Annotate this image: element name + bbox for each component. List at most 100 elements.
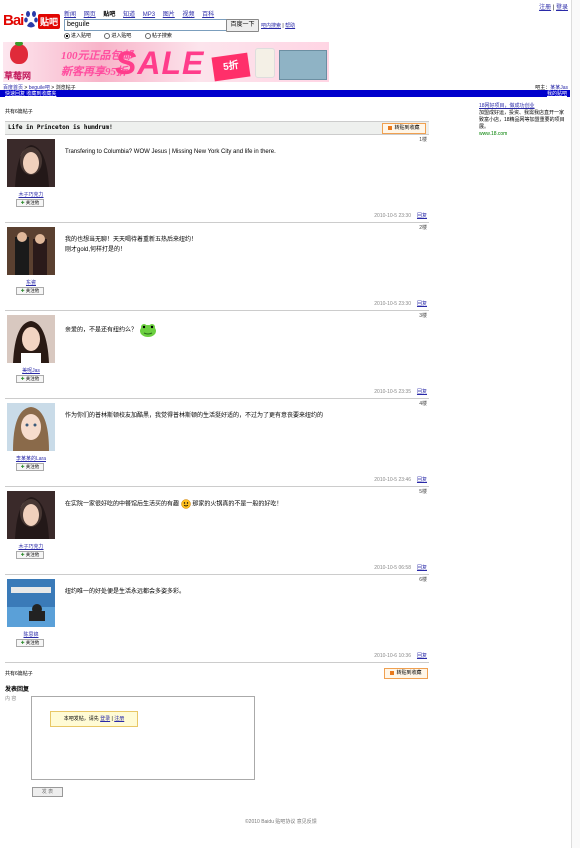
follow-button[interactable]: ✚ 关注他 bbox=[16, 287, 44, 295]
product-box-image bbox=[279, 50, 327, 80]
scrollbar[interactable] bbox=[571, 0, 580, 848]
follow-button[interactable]: ✚ 关注他 bbox=[16, 375, 44, 383]
user-name[interactable]: 美呢Jas bbox=[7, 367, 55, 374]
user-avatar[interactable] bbox=[7, 403, 55, 451]
banner-ad[interactable]: 草莓网 100元正品包邮 新客再享95折 SALE 5折 bbox=[3, 42, 329, 82]
floor-number: 2楼 bbox=[419, 225, 427, 231]
nav-video[interactable]: 视频 bbox=[182, 12, 194, 18]
reply-textarea[interactable] bbox=[31, 696, 255, 780]
follow-button[interactable]: ✚ 关注他 bbox=[16, 463, 44, 471]
banner-brand: 草莓网 bbox=[4, 71, 32, 81]
search-input[interactable]: beguile bbox=[64, 19, 227, 31]
plus-icon: ✚ bbox=[20, 640, 25, 645]
search-links: 吧内搜索 | 帮助 bbox=[261, 23, 296, 29]
banner-sale-text: SALE bbox=[115, 45, 205, 81]
plus-icon: ✚ bbox=[20, 552, 25, 557]
sidebar-ad-url: www.18.com bbox=[479, 131, 508, 137]
post-content: 在实院一家很好吃的中餐馆后生活买的有趣 那家的火锅真的不是一般的好吃！ bbox=[65, 499, 405, 510]
submit-button[interactable]: 发 表 bbox=[32, 787, 63, 797]
radio-post-search[interactable]: 帖子搜索 bbox=[144, 32, 178, 39]
follow-button[interactable]: ✚ 关注他 bbox=[16, 199, 44, 207]
post-3: 美呢Jas ✚ 关注他 3楼 亲爱的，不是还有纽约么？ 2010-10-5 23… bbox=[5, 312, 429, 399]
post-meta: 2010-10-5 23:30 回复 bbox=[374, 300, 427, 307]
floor-number: 6楼 bbox=[419, 577, 427, 583]
reply-link[interactable]: 回复 bbox=[417, 213, 427, 219]
footer: ©2010 Baidu 贴吧协议 意见反馈 bbox=[245, 819, 317, 825]
favorite-icon bbox=[390, 670, 395, 675]
user-name[interactable]: 东瓷 bbox=[7, 279, 55, 286]
user-avatar[interactable] bbox=[7, 227, 55, 275]
reply-link[interactable]: 回复 bbox=[417, 565, 427, 571]
search-button[interactable]: 百度一下 bbox=[226, 19, 259, 32]
post-content: 亲爱的，不是还有纽约么？ bbox=[65, 323, 405, 337]
post-meta: 2010-10-5 06:58 回复 bbox=[374, 564, 427, 571]
thread-title: Life in Princeton is humdrum! bbox=[8, 124, 113, 131]
user-avatar[interactable] bbox=[7, 579, 55, 627]
reply-link[interactable]: 回复 bbox=[417, 389, 427, 395]
search-mode-radios: 进入贴吧 进入贴吧 帖子搜索 bbox=[64, 32, 184, 39]
floor-number: 5楼 bbox=[419, 489, 427, 495]
reply-link[interactable]: 回复 bbox=[417, 301, 427, 307]
strawberry-icon bbox=[10, 42, 28, 64]
plus-icon: ✚ bbox=[20, 376, 25, 381]
sidebar-ad-body: 加盟成好运，投资、我需我店直开一家致富小店，18精品网等加盟重要的项目展。 bbox=[479, 110, 565, 130]
baidu-tieba-logo[interactable]: Bai 贴吧 bbox=[3, 8, 60, 34]
follow-button[interactable]: ✚ 关注他 bbox=[16, 551, 44, 559]
user-name[interactable]: 李某某的Lara bbox=[7, 455, 55, 462]
radio-unchecked-icon bbox=[104, 32, 111, 39]
reply-link[interactable]: 回复 bbox=[417, 653, 427, 659]
radio-unchecked-icon bbox=[144, 32, 151, 39]
nav-images[interactable]: 图片 bbox=[163, 12, 175, 18]
user-avatar[interactable] bbox=[7, 491, 55, 539]
notice-login-link[interactable]: 登录 bbox=[100, 716, 110, 722]
sidebar-ad[interactable]: 18网好项目，做成功创业 加盟成好运，投资、我需我店直开一家致富小店，18精品网… bbox=[479, 103, 567, 138]
login-link[interactable]: 登录 bbox=[556, 5, 568, 11]
user-avatar[interactable] bbox=[7, 315, 55, 363]
post-time: 2010-10-5 06:58 bbox=[374, 565, 411, 571]
my-tieba-link[interactable]: 我的贴吧 bbox=[547, 90, 567, 97]
quick-reply-link[interactable]: 快速回复 收藏到收藏夹 bbox=[5, 90, 56, 97]
post-6: 陈思锦 ✚ 关注他 6楼 纽约唯一的好处便是生活永远都会多姿多彩。 2010-1… bbox=[5, 576, 429, 663]
notice-register-link[interactable]: 注册 bbox=[114, 716, 124, 722]
post-count-top: 共有6篇帖子 bbox=[5, 109, 33, 115]
register-link[interactable]: 注册 bbox=[539, 5, 551, 11]
frog-emoticon-icon bbox=[139, 324, 156, 337]
smiley-emoticon-icon bbox=[180, 499, 191, 509]
post-1: 木子巧克力 ✚ 关注他 1楼 Transfering to Columbia? … bbox=[5, 136, 429, 223]
post-content: 作为你们的普林斯顿校友加酷黑，我觉得普林斯顿的生活挺好适的，不过为了更有意丧要来… bbox=[65, 413, 324, 419]
nav-web[interactable]: 网页 bbox=[84, 12, 96, 18]
post-content: Transfering to Columbia? WOW Jesus | Mis… bbox=[65, 149, 276, 155]
thread-title-bar: Life in Princeton is humdrum! 转贴到收藏 bbox=[5, 121, 429, 135]
forum-search-link[interactable]: 吧内搜索 bbox=[261, 23, 281, 29]
user-avatar[interactable] bbox=[7, 139, 55, 187]
radio-enter-forum[interactable]: 进入贴吧 bbox=[64, 32, 97, 39]
banner-discount-tag: 5折 bbox=[211, 52, 251, 82]
plus-icon: ✚ bbox=[20, 200, 25, 205]
user-name[interactable]: 木子巧克力 bbox=[7, 543, 55, 550]
help-link[interactable]: 帮助 bbox=[285, 23, 295, 29]
save-to-favorites-button-bottom[interactable]: 转贴到收藏 bbox=[384, 668, 428, 679]
logo-tieba-text: 贴吧 bbox=[38, 14, 60, 29]
nav-zhidao[interactable]: 知道 bbox=[123, 12, 135, 18]
follow-button[interactable]: ✚ 关注他 bbox=[16, 639, 44, 647]
top-links: 注册 | 登录 bbox=[539, 5, 568, 11]
nav-baike[interactable]: 百科 bbox=[202, 12, 214, 18]
nav-tieba: 贴吧 bbox=[103, 12, 116, 18]
product-bottle-image bbox=[255, 48, 275, 78]
reply-link[interactable]: 回复 bbox=[417, 477, 427, 483]
post-meta: 2010-10-5 23:30 回复 bbox=[374, 212, 427, 219]
post-count-bottom: 共有6篇帖子 bbox=[5, 671, 33, 677]
nav-news[interactable]: 新闻 bbox=[64, 12, 76, 18]
post-meta: 2010-10-6 10:36 回复 bbox=[374, 652, 427, 659]
user-name[interactable]: 陈思锦 bbox=[7, 631, 55, 638]
post-2: 东瓷 ✚ 关注他 2楼 我的也想当无聊！天天喝待着重新五热后来纽约！ 刚才gold… bbox=[5, 224, 429, 311]
floor-number: 1楼 bbox=[419, 137, 427, 143]
save-to-favorites-button[interactable]: 转贴到收藏 bbox=[382, 123, 426, 134]
plus-icon: ✚ bbox=[20, 288, 25, 293]
nav-mp3[interactable]: MP3 bbox=[143, 12, 155, 18]
radio-enter-forum-2[interactable]: 进入贴吧 bbox=[104, 32, 137, 39]
sidebar-ad-title[interactable]: 18网好项目，做成功创业 bbox=[479, 103, 567, 110]
post-time: 2010-10-6 10:36 bbox=[374, 653, 411, 659]
user-name[interactable]: 木子巧克力 bbox=[7, 191, 55, 198]
post-content: 纽约唯一的好处便是生活永远都会多姿多彩。 bbox=[65, 589, 186, 595]
